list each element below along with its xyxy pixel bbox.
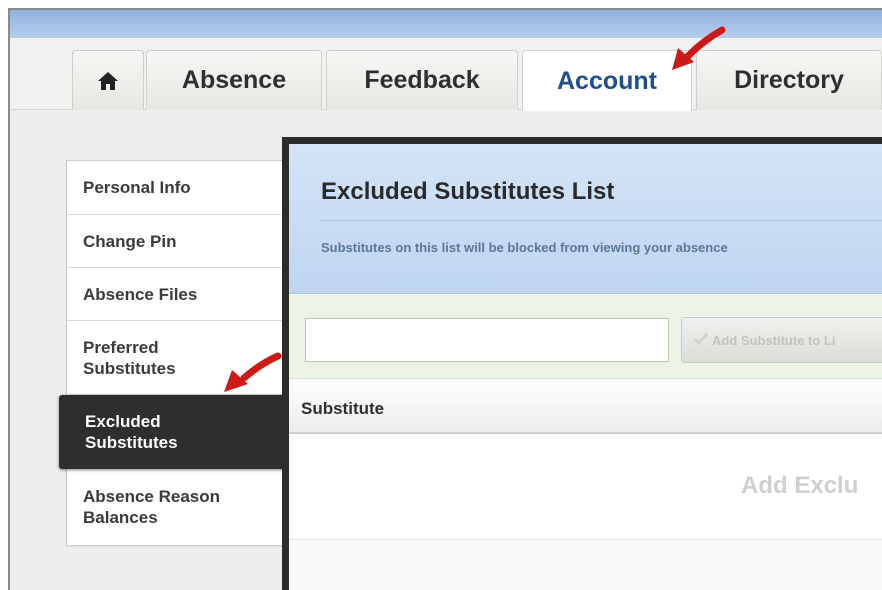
tab-label: Absence [181, 66, 287, 94]
check-icon [694, 332, 708, 348]
tab-feedback[interactable]: Feedback [326, 50, 518, 110]
column-header-substitute: Substitute [301, 399, 385, 418]
tab-label: Feedback [364, 66, 480, 94]
sidebar-item-change-pin[interactable]: Change Pin [67, 215, 283, 268]
sidebar-item-label: Excluded Substitutes [85, 412, 178, 452]
sidebar-item-absence-files[interactable]: Absence Files [67, 268, 283, 321]
empty-state-text: Add Exclu [741, 472, 859, 499]
app-top-bar [10, 10, 882, 38]
tab-label: Account [557, 66, 657, 95]
sidebar-item-label: Preferred Substitutes [83, 337, 176, 378]
title-divider [319, 220, 882, 221]
table-header: Substitute [289, 380, 882, 434]
table-empty-state: Add Exclu [289, 436, 882, 540]
sidebar-item-label: Change Pin [83, 231, 177, 251]
sidebar-item-label: Absence Reason Balances [83, 487, 220, 527]
sidebar-item-label: Absence Files [83, 284, 198, 304]
sidebar-item-excluded-substitutes[interactable]: Excluded Substitutes [59, 395, 287, 469]
sidebar-item-label: Personal Info [83, 178, 191, 197]
excluded-substitutes-panel: Excluded Substitutes List Substitutes on… [282, 137, 882, 590]
tab-absence[interactable]: Absence [146, 50, 322, 110]
annotation-arrow-icon [224, 352, 282, 392]
page-description: Substitutes on this list will be blocked… [321, 240, 728, 255]
add-substitute-toolbar: Add Substitute to Li [289, 295, 882, 379]
tab-home[interactable] [72, 50, 144, 110]
add-substitute-button[interactable]: Add Substitute to Li [681, 317, 882, 363]
panel-header: Excluded Substitutes List Substitutes on… [289, 144, 882, 294]
sidebar-item-absence-reason-balances[interactable]: Absence Reason Balances [67, 469, 283, 545]
page-title: Excluded Substitutes List [321, 178, 615, 205]
annotation-arrow-icon [672, 26, 726, 70]
home-icon [97, 71, 119, 91]
sidebar-item-personal-info[interactable]: Personal Info [67, 161, 283, 215]
add-substitute-label: Add Substitute to Li [712, 332, 836, 348]
tab-label: Directory [734, 66, 844, 94]
substitute-search-input[interactable] [305, 318, 669, 362]
